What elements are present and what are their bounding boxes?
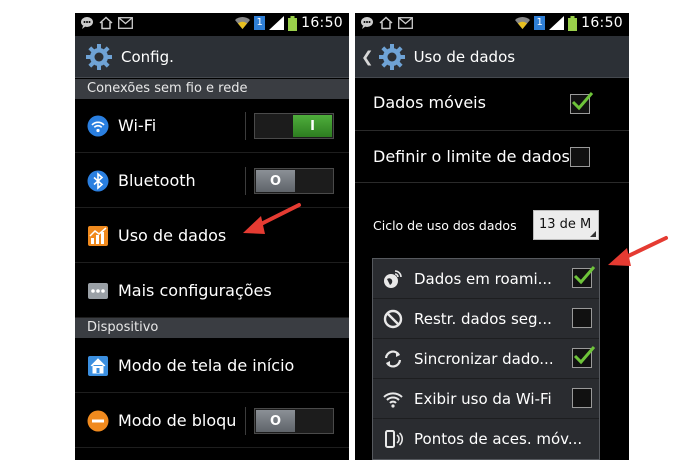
menu-item-restrict-background[interactable]: Restr. dados seg... (373, 299, 599, 339)
roaming-checkbox[interactable] (572, 266, 596, 288)
home-icon (87, 355, 109, 377)
wifi-signal-icon (235, 17, 251, 29)
wifi-toggle[interactable]: I (254, 113, 334, 139)
annotation-arrow-data-usage (243, 203, 301, 234)
mobile-data-checkbox[interactable] (570, 92, 594, 114)
home-notification-icon (99, 16, 113, 30)
divider (245, 112, 246, 140)
mail-notification-icon (118, 17, 133, 29)
menu-item-label: Sincronizar dado... (414, 349, 554, 368)
checkmark-icon (573, 266, 596, 285)
settings-item-block-mode[interactable]: Modo de bloqu O (75, 394, 349, 448)
bluetooth-icon (87, 170, 109, 192)
settings-gear-icon (378, 43, 405, 70)
block-mode-toggle[interactable]: O (254, 408, 334, 434)
divider (245, 167, 246, 195)
menu-item-wifi-usage[interactable]: Exibir uso da Wi-Fi (373, 379, 599, 419)
clock: 16:50 (581, 15, 623, 31)
settings-item-label: Modo de tela de início (118, 356, 295, 375)
roaming-icon (383, 269, 403, 289)
chat-notification-icon (81, 17, 93, 29)
mobile-data-label: Dados móveis (373, 93, 486, 112)
cell-signal-icon (549, 16, 565, 30)
phone-screen-data-usage: 1 16:50 ❮ Uso de dados Dados móveis Defi… (355, 13, 629, 460)
menu-item-hotspots[interactable]: Pontos de aces. móv... (373, 419, 599, 459)
settings-item-home-mode[interactable]: Modo de tela de início (75, 339, 349, 393)
section-header-connections: Conexões sem fio e rede (75, 79, 349, 99)
section-header-device: Dispositivo (75, 318, 349, 338)
bluetooth-toggle[interactable]: O (254, 168, 334, 194)
annotation-arrow-roaming (608, 236, 668, 266)
settings-gear-icon (86, 43, 112, 70)
data-limit-label: Definir o limite de dados (373, 147, 570, 166)
dropdown-corner-icon (590, 231, 596, 237)
settings-item-wifi[interactable]: Wi-Fi I (75, 99, 349, 153)
menu-item-sync[interactable]: Sincronizar dado... (373, 339, 599, 379)
restrict-checkbox[interactable] (572, 308, 592, 328)
settings-item-data-usage[interactable]: Uso de dados (75, 209, 349, 263)
hotspot-icon (383, 429, 403, 449)
menu-item-label: Exibir uso da Wi-Fi (414, 389, 552, 408)
menu-item-label: Pontos de aces. móv... (414, 430, 583, 448)
battery-icon (568, 15, 578, 31)
chat-notification-icon (361, 17, 373, 29)
title-bar: Config. (75, 36, 349, 78)
usage-cycle-value: 13 de M (539, 217, 592, 232)
settings-item-label: Uso de dados (118, 226, 227, 245)
page-title: Config. (121, 47, 174, 66)
block-icon (87, 410, 109, 432)
sync-icon (383, 349, 403, 369)
title-bar[interactable]: ❮ Uso de dados (355, 36, 629, 78)
wifi-icon (87, 115, 109, 137)
data-limit-checkbox[interactable] (570, 147, 590, 167)
mobile-data-row[interactable]: Dados móveis (355, 79, 629, 131)
settings-item-bluetooth[interactable]: Bluetooth O (75, 154, 349, 208)
sim-badge: 1 (254, 16, 266, 30)
clock: 16:50 (301, 15, 343, 31)
page-title: Uso de dados (413, 47, 516, 66)
sync-checkbox[interactable] (572, 346, 596, 368)
toggle-knob-off: O (256, 410, 295, 432)
toggle-knob-on: I (293, 115, 332, 137)
more-icon (87, 280, 109, 302)
battery-icon (288, 15, 298, 31)
settings-item-more[interactable]: Mais configurações (75, 264, 349, 318)
usage-cycle-dropdown[interactable]: 13 de M (533, 210, 599, 240)
usage-cycle-label: Ciclo de uso dos dados (373, 218, 517, 233)
toggle-knob-off: O (256, 170, 295, 192)
wifi-icon (383, 389, 403, 409)
data-limit-row[interactable]: Definir o limite de dados (355, 131, 629, 183)
options-menu: Dados em roami... Restr. dados seg... Si… (372, 258, 600, 460)
sim-badge: 1 (534, 16, 546, 30)
home-notification-icon (379, 16, 393, 30)
status-bar: 1 16:50 (75, 13, 349, 36)
settings-item-label: Bluetooth (118, 171, 196, 190)
divider (245, 407, 246, 435)
menu-item-roaming[interactable]: Dados em roami... (373, 259, 599, 299)
back-chevron-icon[interactable]: ❮ (361, 48, 374, 66)
wifi-usage-checkbox[interactable] (572, 388, 592, 408)
menu-item-label: Dados em roami... (414, 269, 552, 288)
menu-item-label: Restr. dados seg... (414, 309, 552, 328)
mail-notification-icon (398, 17, 413, 29)
restrict-icon (383, 309, 403, 329)
wifi-signal-icon (515, 17, 531, 29)
phone-screen-settings: 1 16:50 Config. Conexões sem fio e rede … (75, 13, 349, 460)
settings-item-label: Modo de bloqu (118, 411, 237, 430)
settings-item-label: Mais configurações (118, 281, 272, 300)
status-bar: 1 16:50 (355, 13, 629, 36)
checkmark-icon (571, 92, 594, 111)
checkmark-icon (573, 346, 596, 365)
data-usage-icon (87, 225, 109, 247)
settings-item-label: Wi-Fi (118, 116, 157, 135)
cell-signal-icon (269, 16, 285, 30)
